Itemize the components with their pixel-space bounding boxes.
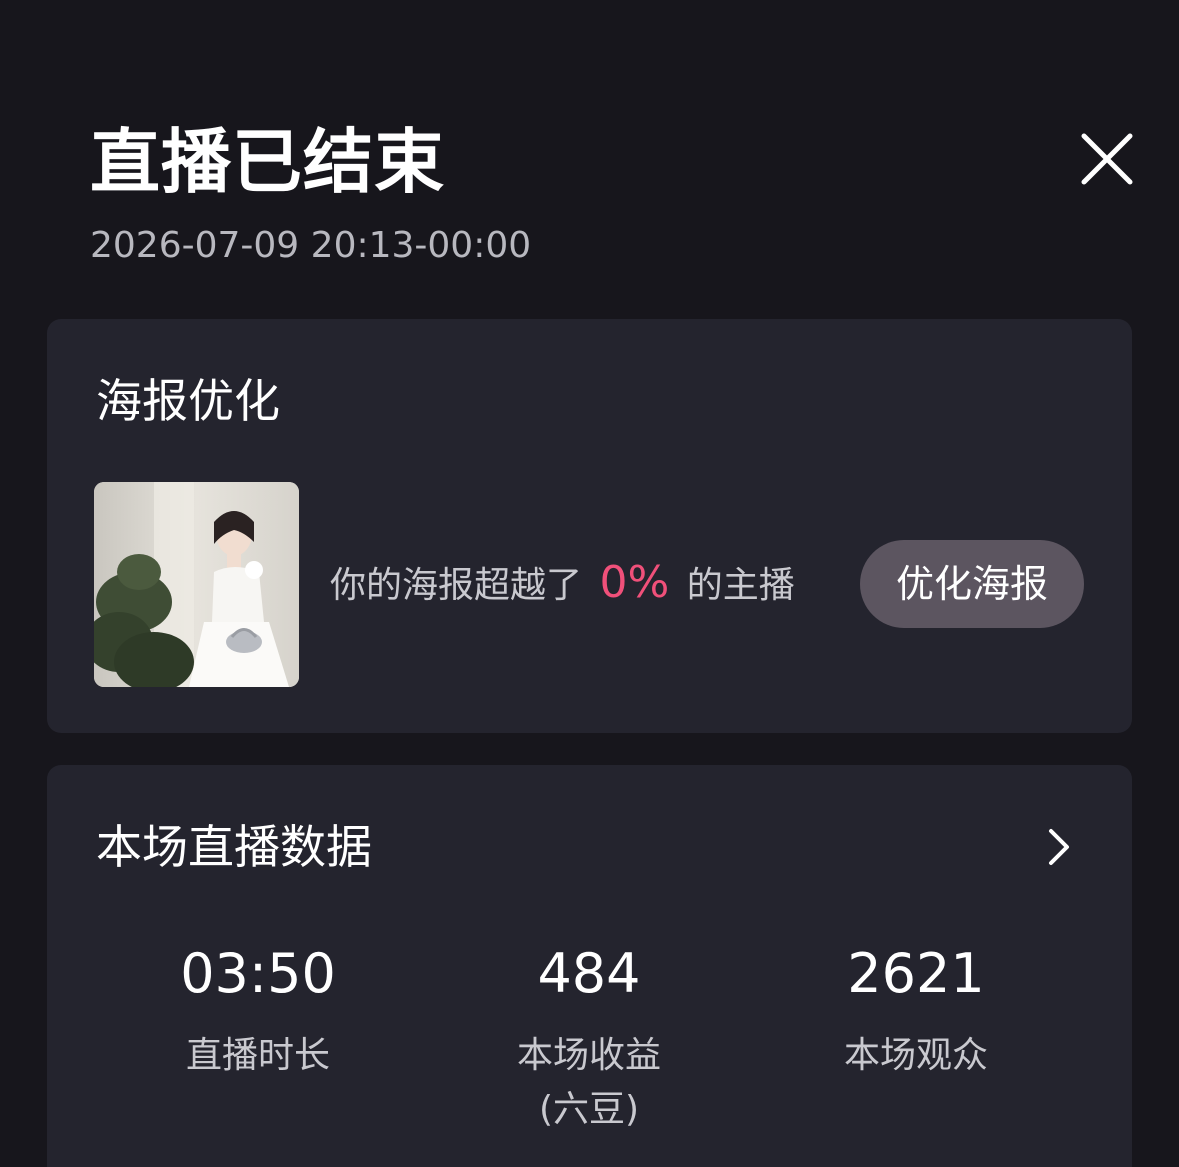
stat-viewers: 2621 本场观众 [766,941,1066,1083]
stat-earnings: 484 本场收益 (六豆) [439,941,739,1137]
live-ended-screen: 直播已结束 2026-07-09 20:13-00:00 海报优化 你的海报超越… [0,0,1179,1167]
close-icon [1081,133,1133,185]
stat-value: 03:50 [180,942,336,1005]
poster-card-title: 海报优化 [96,374,280,428]
live-data-detail-button[interactable] [1041,825,1075,869]
live-data-title: 本场直播数据 [96,820,372,874]
live-time-range: 2026-07-09 20:13-00:00 [90,225,532,266]
stat-label: 本场观众 [843,1035,988,1076]
page-title: 直播已结束 [90,121,445,203]
chevron-right-icon [1049,829,1069,865]
stat-live-duration: 03:50 直播时长 [108,941,408,1083]
stat-label: 直播时长 [185,1035,330,1076]
live-data-card: 本场直播数据 03:50 直播时长 484 本场收益 (六豆) 2621 本场观… [47,765,1132,1167]
poster-thumbnail[interactable] [94,482,299,687]
optimize-poster-button[interactable]: 优化海报 [860,540,1084,628]
stat-value: 2621 [847,942,985,1005]
close-button[interactable] [1072,124,1142,194]
poster-optimize-card: 海报优化 你的海报超越了 0% 的主播 优化海报 [47,319,1132,733]
stat-label-unit: (六豆) [538,1089,640,1130]
poster-image [94,482,299,687]
stat-label: 本场收益 (六豆) [439,1029,739,1137]
rank-percent: 0% [599,557,670,608]
rank-prefix: 你的海报超越了 [330,565,583,606]
rank-suffix: 的主播 [686,565,795,606]
poster-rank-text: 你的海报超越了 0% 的主播 [330,559,795,610]
stat-value: 484 [537,942,641,1005]
stat-label-main: 本场收益 [516,1035,661,1076]
